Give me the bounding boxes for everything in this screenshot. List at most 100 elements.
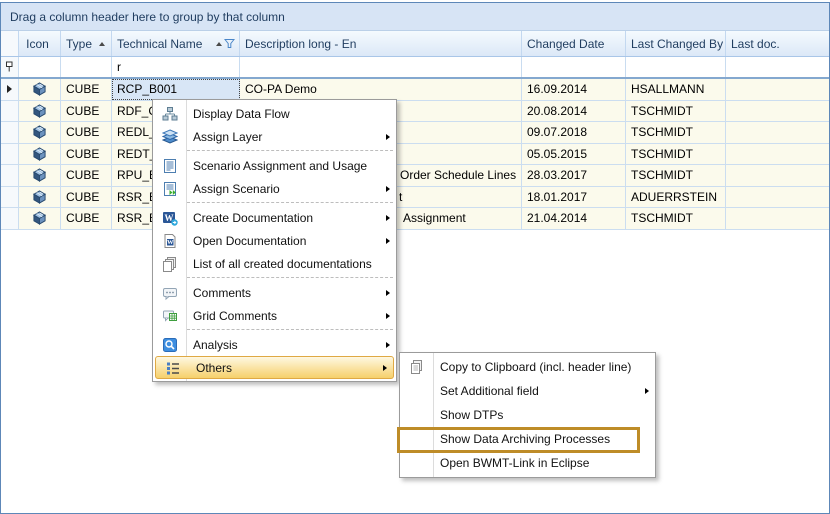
technical-name-cell-selected[interactable]: RCP_B001 (112, 79, 240, 100)
filter-pin-icon (5, 61, 14, 73)
others-submenu: Copy to Clipboard (incl. header line) Se… (399, 352, 656, 478)
menu-item-comments[interactable]: Comments (153, 281, 396, 304)
column-header-technical-name[interactable]: Technical Name (112, 31, 240, 56)
menu-item-label: Assign Layer (186, 130, 262, 144)
last-changed-by-cell[interactable]: ADUERRSTEIN (626, 187, 726, 208)
data-flow-icon (153, 106, 186, 122)
column-label: Changed Date (527, 37, 604, 51)
cube-icon-cell[interactable] (19, 208, 61, 229)
submenu-item-open-bwmt-link[interactable]: Open BWMT-Link in Eclipse (400, 451, 655, 475)
changed-date-cell[interactable]: 20.08.2014 (522, 101, 626, 122)
type-cell[interactable]: CUBE (61, 101, 112, 122)
description-text: CO-PA Demo (245, 82, 317, 96)
sort-ascending-icon (99, 42, 105, 46)
column-header-changed-date[interactable]: Changed Date (522, 31, 626, 56)
filter-cell-changed-date[interactable] (522, 57, 626, 77)
last-doc-cell[interactable] (726, 187, 829, 208)
table-row[interactable]: CUBE RDF_C 20.08.2014 TSCHMIDT (1, 101, 829, 123)
column-label: Icon (26, 37, 49, 51)
last-doc-cell[interactable] (726, 208, 829, 229)
type-cell[interactable]: CUBE (61, 187, 112, 208)
cube-icon-cell[interactable] (19, 187, 61, 208)
table-row[interactable]: CUBE RPU_B Order Schedule Lines 28.03.20… (1, 165, 829, 187)
menu-item-others[interactable]: Others (155, 356, 394, 379)
filter-cell-type[interactable] (61, 57, 112, 77)
type-cell[interactable]: CUBE (61, 122, 112, 143)
row-indicator (1, 144, 19, 165)
table-row[interactable]: CUBE REDL_ 09.07.2018 TSCHMIDT (1, 122, 829, 144)
last-doc-cell[interactable] (726, 79, 829, 100)
menu-item-label: Create Documentation (186, 211, 313, 225)
description-cell[interactable]: CO-PA Demo (240, 79, 522, 100)
filter-cell-last-doc[interactable] (726, 57, 829, 77)
column-header-description[interactable]: Description long - En (240, 31, 522, 56)
menu-item-assign-scenario[interactable]: Assign Scenario (153, 177, 396, 200)
menu-item-assign-layer[interactable]: Assign Layer (153, 125, 396, 148)
table-row[interactable]: CUBE RSR_B Assignment 21.04.2014 TSCHMID… (1, 208, 829, 230)
type-cell[interactable]: CUBE (61, 165, 112, 186)
menu-item-label: Grid Comments (186, 309, 277, 323)
filter-cell-last-changed-by[interactable] (626, 57, 726, 77)
menu-item-create-documentation[interactable]: W Create Documentation (153, 206, 396, 229)
menu-item-label: Show DTPs (433, 408, 503, 422)
type-cell[interactable]: CUBE (61, 144, 112, 165)
menu-item-list-documentations[interactable]: List of all created documentations (153, 252, 396, 275)
table-row[interactable]: CUBE RSR_B t 18.01.2017 ADUERRSTEIN (1, 187, 829, 209)
filter-cell-icon[interactable] (19, 57, 61, 77)
bubble-grid-icon (153, 308, 186, 324)
changed-date-cell[interactable]: 05.05.2015 (522, 144, 626, 165)
column-header-type[interactable]: Type (61, 31, 112, 56)
changed-date-cell[interactable]: 16.09.2014 (522, 79, 626, 100)
table-row[interactable]: CUBE REDT_ 05.05.2015 TSCHMIDT (1, 144, 829, 166)
group-by-panel[interactable]: Drag a column header here to group by th… (1, 3, 829, 31)
menu-item-label: Scenario Assignment and Usage (186, 159, 367, 173)
last-doc-cell[interactable] (726, 122, 829, 143)
last-changed-by-cell[interactable]: TSCHMIDT (626, 122, 726, 143)
last-doc-cell[interactable] (726, 165, 829, 186)
menu-item-scenario-assignment[interactable]: Scenario Assignment and Usage (153, 154, 396, 177)
menu-item-label: Open BWMT-Link in Eclipse (433, 456, 589, 470)
menu-item-open-documentation[interactable]: W Open Documentation (153, 229, 396, 252)
submenu-item-copy-to-clipboard[interactable]: Copy to Clipboard (incl. header line) (400, 355, 655, 379)
changed-date-cell[interactable]: 18.01.2017 (522, 187, 626, 208)
table-row[interactable]: CUBE RCP_B001 CO-PA Demo 16.09.2014 HSAL… (1, 79, 829, 101)
last-changed-by-cell[interactable]: HSALLMANN (626, 79, 726, 100)
search-app-icon (153, 337, 186, 353)
menu-item-display-data-flow[interactable]: Display Data Flow (153, 102, 396, 125)
filter-cell-technical-name[interactable]: r (112, 57, 240, 77)
column-header-last-doc[interactable]: Last doc. (726, 31, 829, 56)
menu-item-grid-comments[interactable]: Grid Comments (153, 304, 396, 327)
cube-icon (32, 147, 47, 161)
last-changed-by-cell[interactable]: TSCHMIDT (626, 165, 726, 186)
changed-date-cell[interactable]: 21.04.2014 (522, 208, 626, 229)
column-header-icon[interactable]: Icon (19, 31, 61, 56)
column-header-last-changed-by[interactable]: Last Changed By (626, 31, 726, 56)
menu-item-label: Open Documentation (186, 234, 306, 248)
menu-item-label: List of all created documentations (186, 257, 372, 271)
submenu-arrow-icon (386, 342, 390, 348)
submenu-arrow-icon (386, 313, 390, 319)
last-doc-cell[interactable] (726, 144, 829, 165)
filter-cell-description[interactable] (240, 57, 522, 77)
layers-icon (153, 129, 186, 145)
cube-icon (32, 82, 47, 96)
submenu-item-set-additional-field[interactable]: Set Additional field (400, 379, 655, 403)
last-changed-by-cell[interactable]: TSCHMIDT (626, 208, 726, 229)
submenu-item-show-dtps[interactable]: Show DTPs (400, 403, 655, 427)
filter-funnel-icon[interactable] (224, 38, 235, 49)
type-cell[interactable]: CUBE (61, 208, 112, 229)
cube-icon-cell[interactable] (19, 101, 61, 122)
cube-icon-cell[interactable] (19, 144, 61, 165)
cube-icon-cell[interactable] (19, 122, 61, 143)
changed-date-cell[interactable]: 09.07.2018 (522, 122, 626, 143)
cube-icon-cell[interactable] (19, 79, 61, 100)
last-changed-by-cell[interactable]: TSCHMIDT (626, 144, 726, 165)
menu-item-analysis[interactable]: Analysis (153, 333, 396, 356)
last-changed-by-cell[interactable]: TSCHMIDT (626, 101, 726, 122)
submenu-arrow-icon (386, 238, 390, 244)
type-cell[interactable]: CUBE (61, 79, 112, 100)
cube-icon-cell[interactable] (19, 165, 61, 186)
changed-date-cell[interactable]: 28.03.2017 (522, 165, 626, 186)
word-new-icon: W (153, 210, 186, 226)
last-doc-cell[interactable] (726, 101, 829, 122)
